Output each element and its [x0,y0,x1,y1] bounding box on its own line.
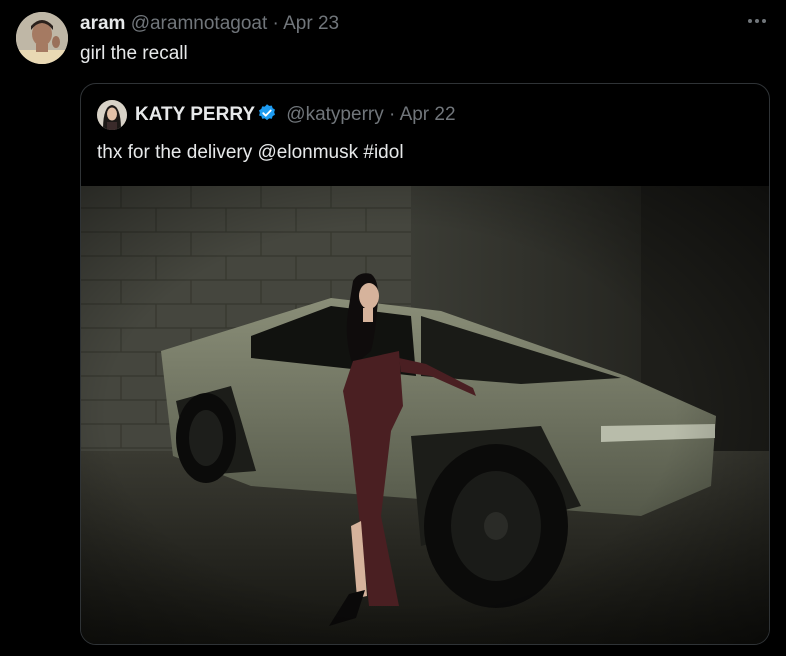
quoted-tweet-date[interactable]: Apr 22 [400,104,456,125]
author-handle[interactable]: @aramnotagoat [131,13,268,34]
quoted-tweet-text: thx for the delivery @elonmusk #idol [97,142,404,163]
quoted-author-name[interactable]: KATY PERRY [135,104,255,125]
tweet-text: girl the recall [80,43,188,64]
quoted-avatar-image [97,100,127,130]
photo-vignette [81,186,769,644]
avatar-image [16,12,68,64]
tweet-header: aram @aramnotagoat · Apr 23 [80,12,339,36]
avatar[interactable] [16,12,68,64]
header-separator: · [272,13,279,34]
tweet-date[interactable]: Apr 23 [283,13,339,34]
tweet-photo[interactable] [81,186,769,644]
quoted-tweet-card[interactable]: KATY PERRY @katyperry · Apr 22 thx for t… [80,83,770,645]
verified-glyph [259,104,276,121]
more-dots-glyph [748,19,766,23]
author-name[interactable]: aram [80,13,125,34]
more-horizontal-icon[interactable] [746,10,768,38]
quoted-avatar[interactable] [97,100,127,130]
quoted-header-separator: · [389,104,396,125]
verified-badge-icon [257,103,277,123]
quoted-header: KATY PERRY @katyperry · Apr 22 [135,103,456,127]
quoted-author-handle[interactable]: @katyperry [286,104,383,125]
